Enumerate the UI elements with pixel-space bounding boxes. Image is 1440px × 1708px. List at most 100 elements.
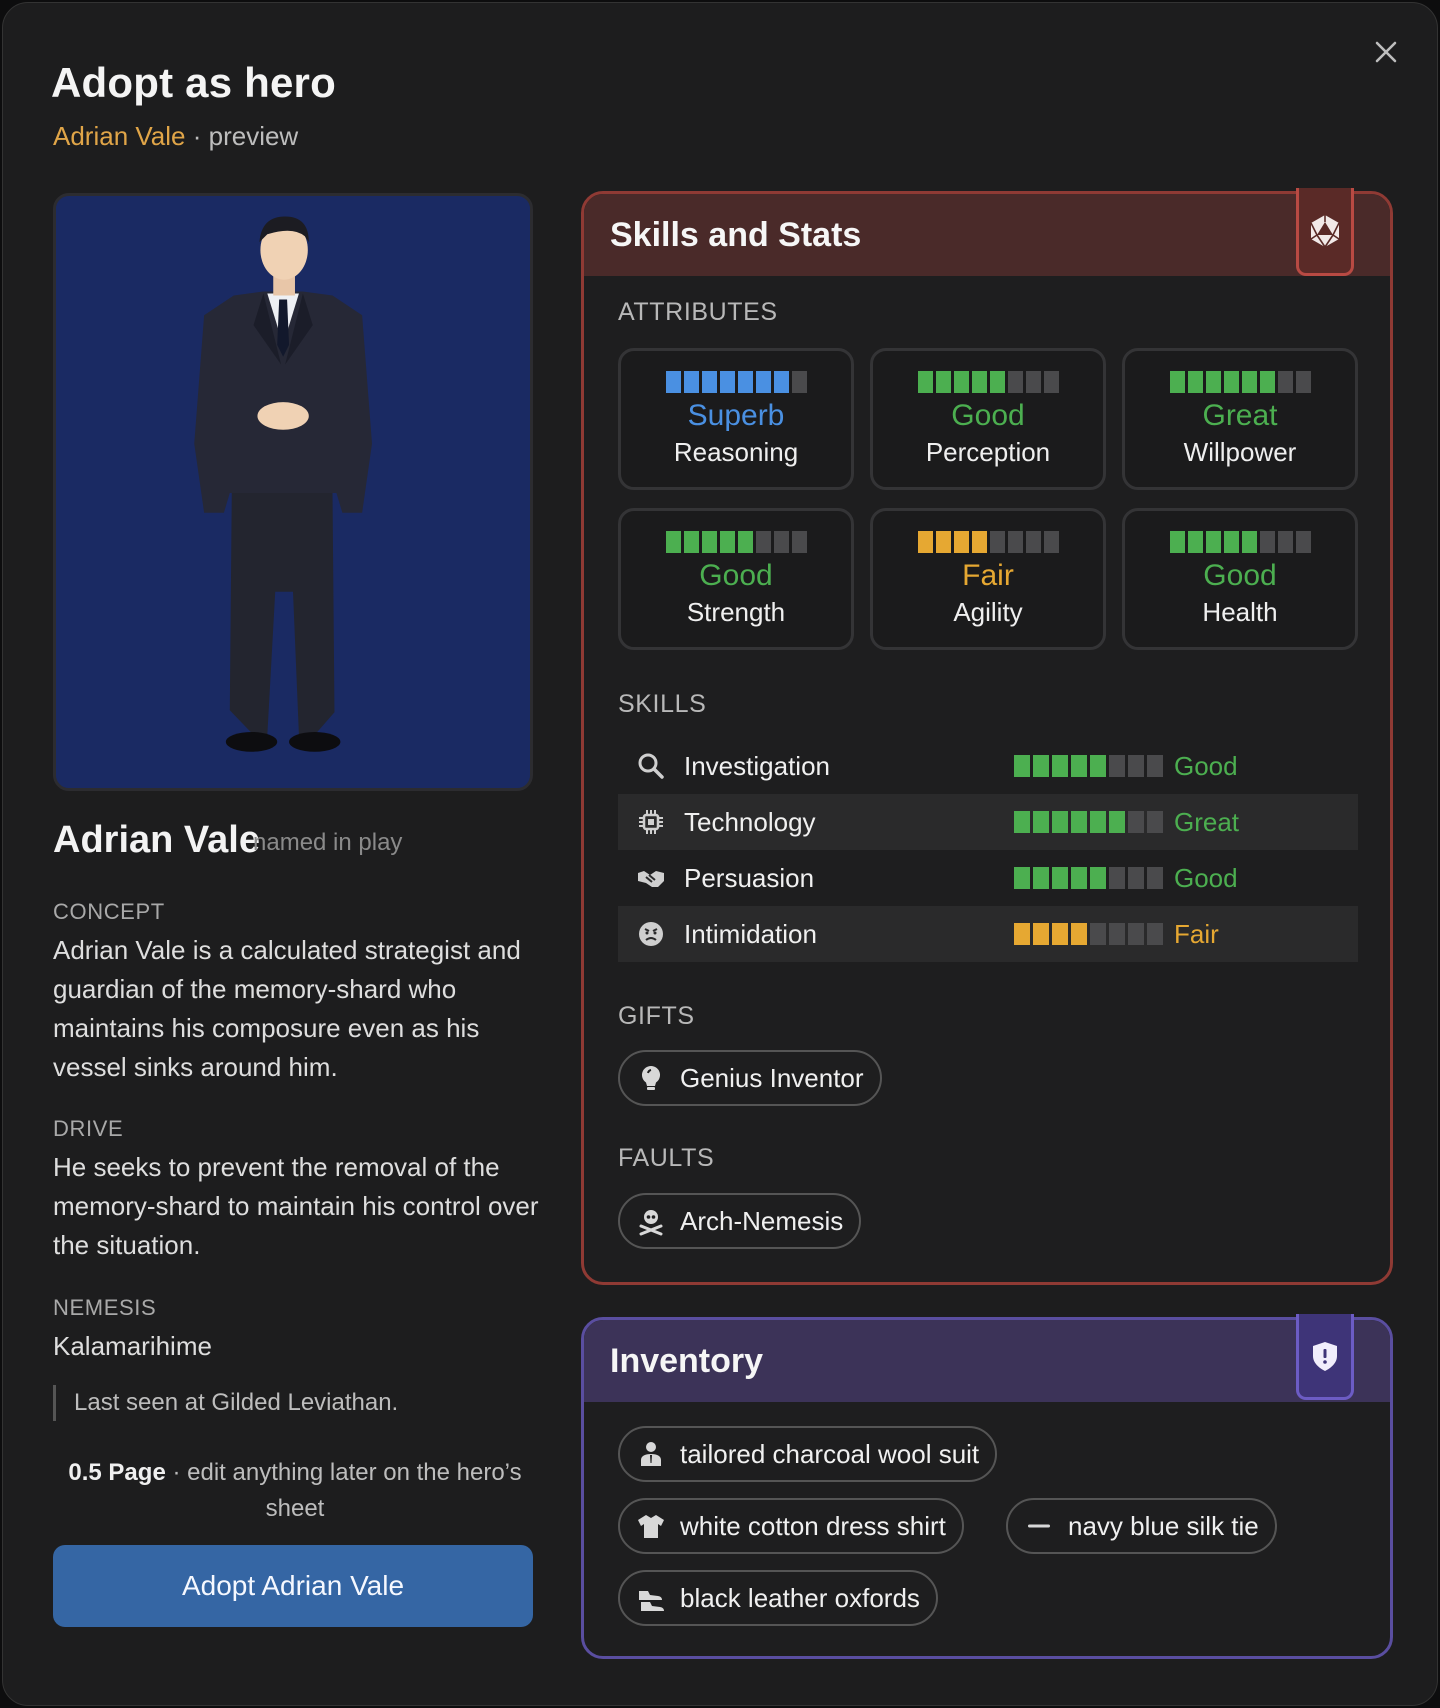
level-pip — [1033, 755, 1049, 777]
level-pip — [683, 371, 699, 393]
named-tag: named in play — [253, 829, 403, 856]
level-pip — [1223, 371, 1239, 393]
shield-icon[interactable] — [1296, 1314, 1354, 1400]
pages-value: 0.5 Page — [68, 1459, 166, 1486]
level-pip — [1090, 811, 1106, 833]
level-pip — [701, 531, 717, 553]
gift-label: Genius Inventor — [680, 1062, 864, 1093]
level-pip — [755, 531, 771, 553]
level-pip — [971, 531, 987, 553]
subtitle-preview: · preview — [192, 121, 299, 151]
level-pip — [1241, 371, 1257, 393]
attribute-level-bar — [621, 371, 851, 393]
pages-note: 0.5 Page · edit anything later on the he… — [53, 1455, 537, 1527]
level-pip — [1205, 531, 1221, 553]
attribute-level-bar — [873, 531, 1103, 553]
level-pip — [737, 531, 753, 553]
skills-label: SKILLS — [618, 690, 707, 718]
attribute-name: Perception — [925, 437, 1051, 467]
inventory-item[interactable]: navy blue silk tie — [1006, 1498, 1277, 1554]
shoes-icon — [636, 1583, 666, 1613]
inventory-item[interactable]: white cotton dress shirt — [618, 1498, 964, 1554]
level-pip — [1128, 867, 1144, 889]
attribute-name: Reasoning — [673, 437, 799, 467]
level-pip — [1033, 923, 1049, 945]
adopt-hero-dialog: Adopt as hero Adrian Vale · preview Adri… — [2, 2, 1438, 1706]
skill-row: Persuasion Good — [618, 850, 1358, 906]
d20-dice-icon[interactable] — [1296, 188, 1354, 276]
level-pip — [1147, 811, 1163, 833]
level-pip — [1071, 811, 1087, 833]
attribute-card: Good Health — [1122, 508, 1358, 650]
inventory-item[interactable]: tailored charcoal wool suit — [618, 1426, 998, 1482]
chip-icon — [636, 807, 666, 837]
nemesis-label: NEMESIS — [53, 1295, 157, 1320]
level-pip — [917, 531, 933, 553]
skill-level-bar — [1014, 811, 1174, 833]
inventory-panel-header: Inventory — [584, 1314, 1390, 1402]
dash-icon — [1024, 1511, 1054, 1541]
level-pip — [935, 531, 951, 553]
level-pip — [1295, 531, 1311, 553]
level-pip — [1043, 531, 1059, 553]
inventory-item[interactable]: black leather oxfords — [618, 1570, 938, 1626]
attribute-name: Agility — [953, 597, 1023, 627]
level-pip — [935, 371, 951, 393]
level-pip — [1169, 371, 1185, 393]
attribute-rank: Superb — [687, 399, 785, 432]
drive-label: DRIVE — [53, 1116, 124, 1141]
fault-chip[interactable]: Arch-Nemesis — [618, 1193, 862, 1249]
person-icon — [636, 1439, 666, 1469]
level-pip — [1295, 371, 1311, 393]
level-pip — [665, 371, 681, 393]
inventory-item-label: tailored charcoal wool suit — [680, 1438, 980, 1469]
level-pip — [737, 371, 753, 393]
level-pip — [1147, 923, 1163, 945]
skill-name: Persuasion — [684, 862, 815, 893]
level-pip — [1033, 811, 1049, 833]
inventory-item-label: black leather oxfords — [680, 1582, 920, 1613]
level-pip — [1109, 755, 1125, 777]
level-pip — [1090, 923, 1106, 945]
level-pip — [953, 531, 969, 553]
level-pip — [1007, 531, 1023, 553]
gift-chip[interactable]: Genius Inventor — [618, 1050, 882, 1106]
level-pip — [1090, 755, 1106, 777]
inventory-item-label: navy blue silk tie — [1068, 1510, 1259, 1541]
attribute-rank: Good — [699, 559, 773, 592]
level-pip — [701, 371, 717, 393]
level-pip — [1014, 923, 1030, 945]
shirt-icon — [636, 1511, 666, 1541]
adopt-hero-button[interactable]: Adopt Adrian Vale — [53, 1545, 533, 1627]
hero-name: Adrian Vale — [53, 819, 260, 861]
attribute-card: Good Strength — [618, 508, 854, 650]
level-pip — [755, 371, 771, 393]
skills-panel: Skills and Stats ATTRIBUTES Superb Reason… — [581, 188, 1393, 1285]
level-pip — [1109, 867, 1125, 889]
inventory-item-label: white cotton dress shirt — [680, 1510, 946, 1541]
dialog-subtitle: Adrian Vale · preview — [53, 121, 298, 152]
level-pip — [1109, 811, 1125, 833]
close-icon[interactable] — [1373, 39, 1399, 65]
attribute-rank: Good — [1203, 559, 1277, 592]
handshake-icon — [636, 863, 666, 893]
attribute-level-bar — [1125, 371, 1355, 393]
skill-name: Investigation — [684, 750, 830, 781]
dialog-title: Adopt as hero — [51, 59, 336, 106]
level-pip — [971, 371, 987, 393]
level-pip — [1187, 371, 1203, 393]
skill-name: Intimidation — [684, 918, 817, 949]
attribute-rank: Good — [951, 399, 1025, 432]
level-pip — [1052, 923, 1068, 945]
attribute-name: Willpower — [1183, 437, 1297, 467]
level-pip — [953, 371, 969, 393]
skill-level-bar — [1014, 755, 1174, 777]
level-pip — [791, 531, 807, 553]
attributes-label: ATTRIBUTES — [618, 298, 778, 326]
attribute-card: Superb Reasoning — [618, 348, 854, 490]
level-pip — [1128, 923, 1144, 945]
level-pip — [1071, 867, 1087, 889]
level-pip — [1187, 531, 1203, 553]
level-pip — [1052, 867, 1068, 889]
pages-text: · edit anything later on the hero’s shee… — [172, 1459, 522, 1522]
